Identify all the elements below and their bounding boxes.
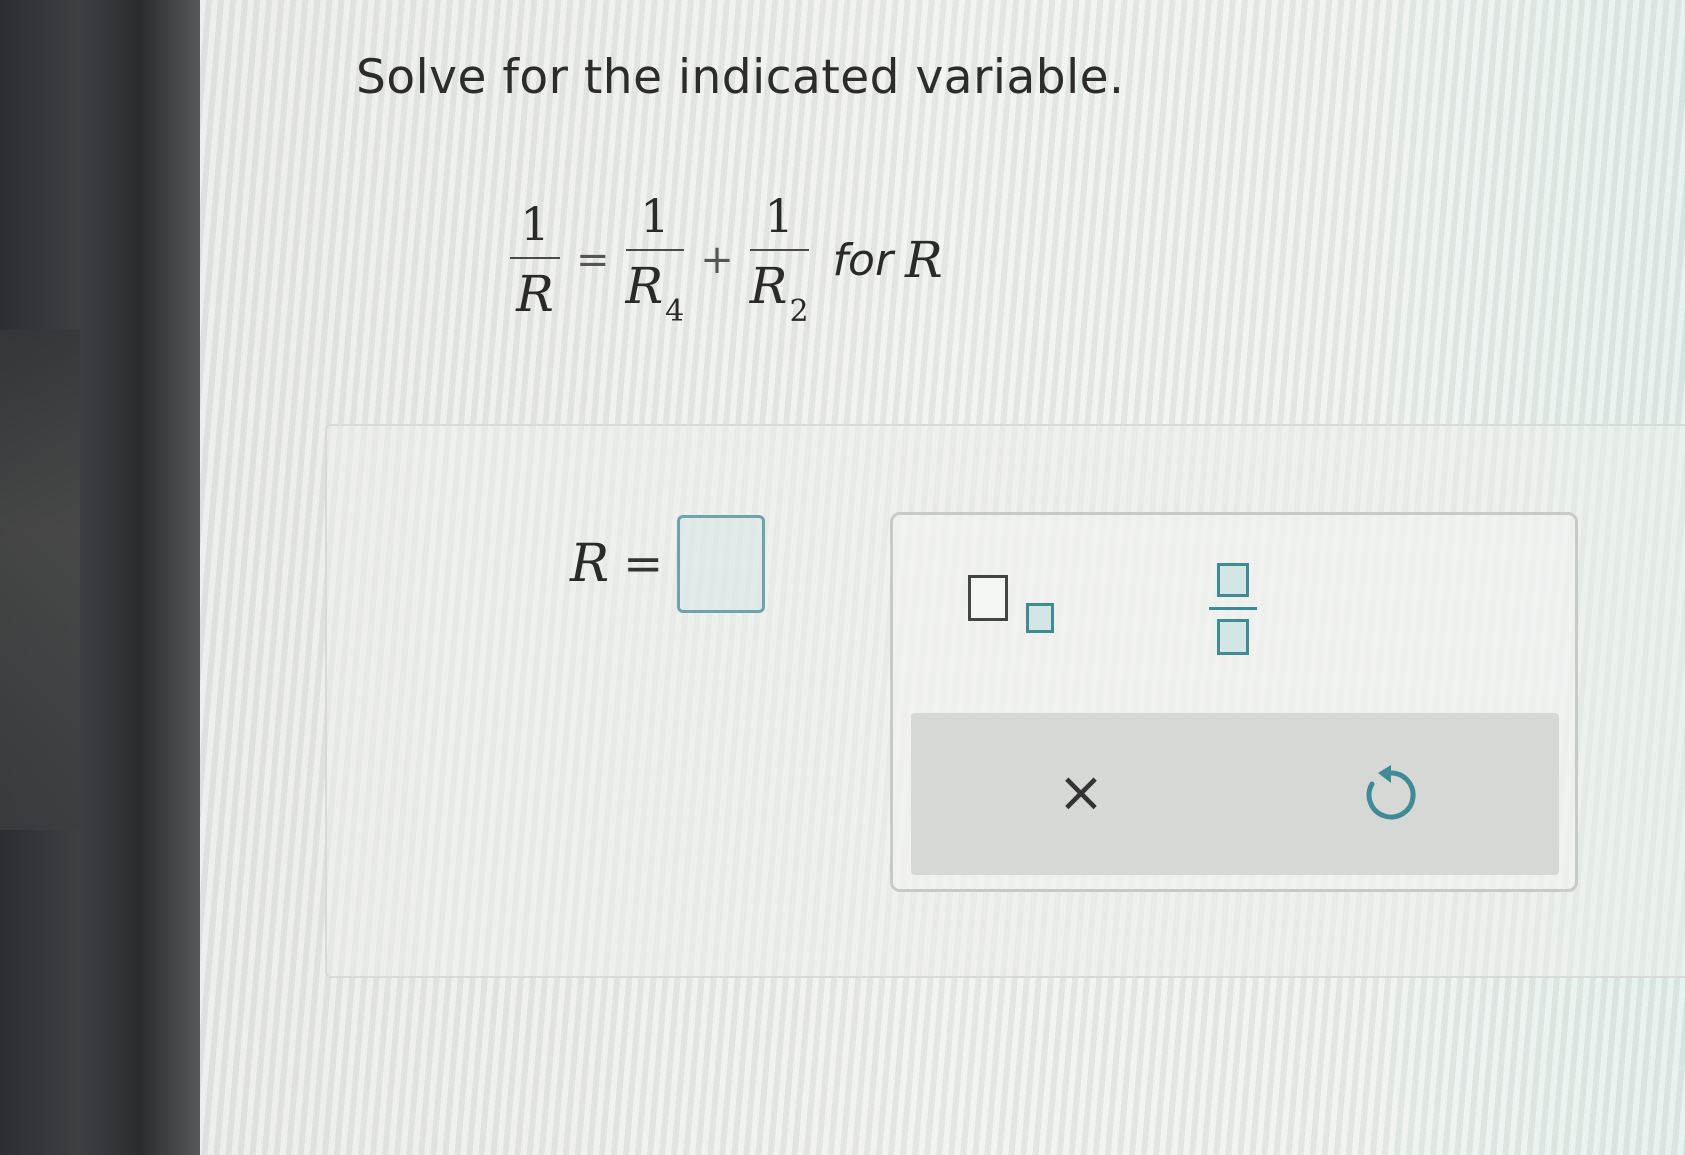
answer-row: R =	[570, 515, 766, 613]
target-variable: R	[905, 231, 943, 289]
undo-icon	[1366, 765, 1416, 820]
denominator-box-icon	[1217, 619, 1249, 655]
equation: 1 R = 1 R4 + 1 R2 for R	[500, 170, 943, 350]
math-palette: ×	[890, 512, 1578, 892]
term2-numerator: 1	[764, 189, 794, 243]
term2-variable: R	[749, 257, 788, 315]
fraction-line-icon	[1209, 607, 1257, 610]
for-label: for	[832, 234, 894, 286]
term1-numerator: 1	[640, 189, 670, 243]
plus-sign: +	[700, 237, 734, 283]
answer-variable: R	[570, 534, 610, 594]
lhs-denominator: R	[516, 265, 554, 323]
term1-denominator: R4	[626, 251, 685, 327]
base-box-icon	[968, 575, 1008, 621]
fraction-template-button[interactable]	[1203, 563, 1263, 663]
term2-subscript: 2	[789, 294, 809, 329]
bezel-reflection	[0, 330, 80, 830]
term1-fraction: 1 R4	[625, 189, 685, 327]
answer-equals: =	[623, 536, 664, 592]
answer-input[interactable]	[677, 515, 766, 613]
term2-denominator: R2	[750, 251, 809, 327]
term1-variable: R	[625, 257, 664, 315]
question-instruction: Solve for the indicated variable.	[356, 50, 1125, 105]
equals-sign: =	[576, 237, 610, 283]
lhs-numerator: 1	[520, 197, 550, 251]
subscript-box-icon	[1026, 603, 1054, 633]
term1-subscript: 4	[665, 294, 685, 329]
clear-button[interactable]: ×	[1041, 753, 1121, 833]
term2-fraction: 1 R2	[749, 189, 809, 327]
undo-button[interactable]	[1351, 753, 1431, 833]
subscript-template-button[interactable]	[968, 575, 1078, 645]
lhs-fraction: 1 R	[510, 201, 560, 319]
palette-action-bar: ×	[911, 713, 1559, 875]
numerator-box-icon	[1217, 563, 1249, 597]
